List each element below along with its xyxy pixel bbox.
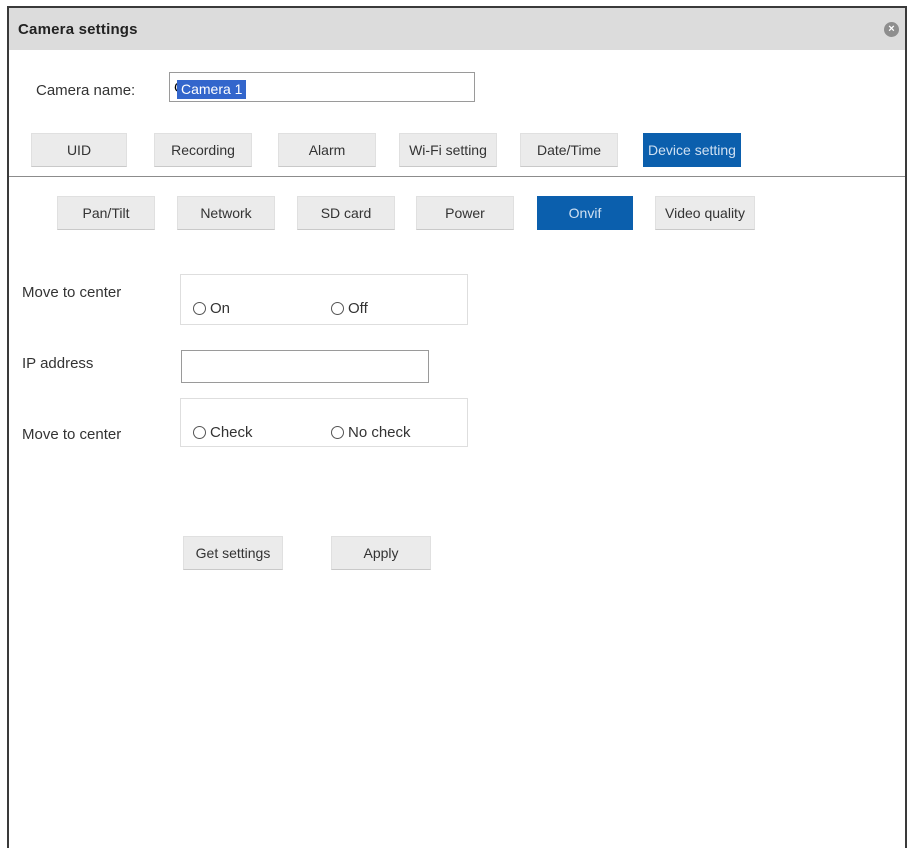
window-title: Camera settings xyxy=(18,21,138,38)
subtab-sd-card[interactable]: SD card xyxy=(297,196,395,230)
radio-on-label: On xyxy=(210,300,231,317)
subtab-onvif[interactable]: Onvif xyxy=(537,196,633,230)
radio-on[interactable]: On xyxy=(193,300,230,317)
close-icon[interactable]: × xyxy=(884,22,899,37)
radio-no-check-label: No check xyxy=(348,424,411,441)
radio-check[interactable]: Check xyxy=(193,424,253,441)
move-to-center-check-label: Move to center xyxy=(22,426,122,443)
radio-check-label: Check xyxy=(210,424,253,441)
radio-off[interactable]: Off xyxy=(331,300,368,317)
tab-divider xyxy=(9,176,905,177)
tab-uid[interactable]: UID xyxy=(31,133,127,167)
ip-address-input[interactable] xyxy=(181,350,429,383)
radio-no-check[interactable]: No check xyxy=(331,424,411,441)
camera-settings-window: Camera settings × Camera name: Camera 1 … xyxy=(7,6,907,848)
ip-address-label: IP address xyxy=(22,355,94,372)
subtab-pan-tilt[interactable]: Pan/Tilt xyxy=(57,196,155,230)
tab-device-setting[interactable]: Device setting xyxy=(643,133,741,167)
camera-name-label: Camera name: xyxy=(36,82,136,99)
subtab-network[interactable]: Network xyxy=(177,196,275,230)
tab-wifi-setting[interactable]: Wi-Fi setting xyxy=(399,133,497,167)
titlebar: Camera settings × xyxy=(9,8,905,50)
radio-off-label: Off xyxy=(348,300,368,317)
subtab-power[interactable]: Power xyxy=(416,196,514,230)
tab-date-time[interactable]: Date/Time xyxy=(520,133,618,167)
move-to-center-label: Move to center xyxy=(22,284,122,301)
radio-check-circle[interactable] xyxy=(193,426,206,439)
move-to-center-group: On Off xyxy=(180,274,468,325)
get-settings-button[interactable]: Get settings xyxy=(183,536,283,570)
radio-on-circle[interactable] xyxy=(193,302,206,315)
tab-alarm[interactable]: Alarm xyxy=(278,133,376,167)
subtab-video-quality[interactable]: Video quality xyxy=(655,196,755,230)
camera-name-input[interactable] xyxy=(169,72,475,102)
radio-off-circle[interactable] xyxy=(331,302,344,315)
radio-no-check-circle[interactable] xyxy=(331,426,344,439)
tab-recording[interactable]: Recording xyxy=(154,133,252,167)
apply-button[interactable]: Apply xyxy=(331,536,431,570)
move-to-center-check-group: Check No check xyxy=(180,398,468,447)
